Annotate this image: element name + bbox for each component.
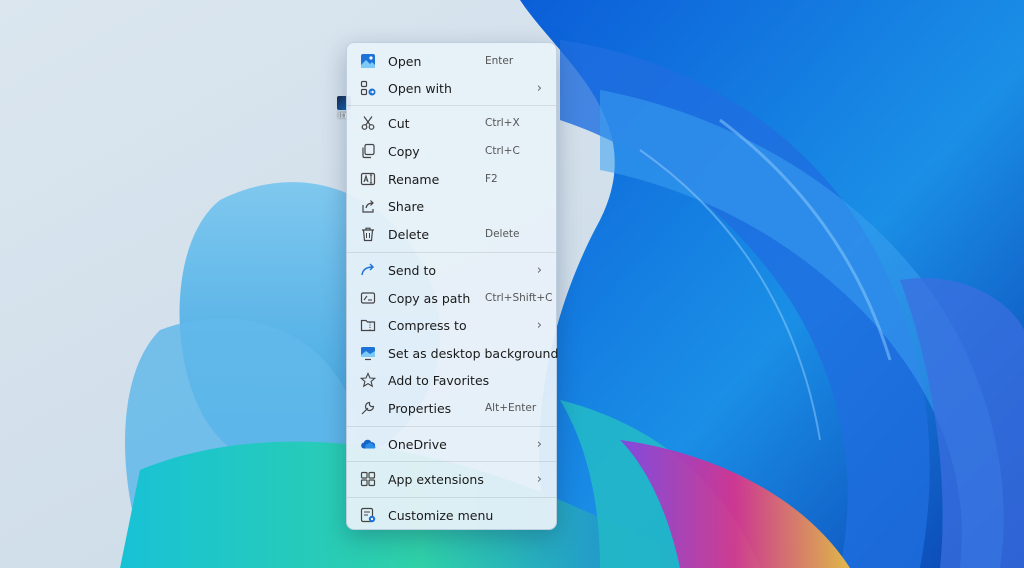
wrench-icon — [360, 400, 376, 416]
menu-item-label: Rename — [388, 171, 440, 187]
menu-item-label: Delete — [388, 226, 430, 242]
menu-item-copy-as-path[interactable]: Copy as path Ctrl+Shift+C — [351, 285, 552, 311]
chevron-right-icon: › — [536, 80, 542, 96]
menu-separator — [347, 497, 556, 498]
menu-item-rename[interactable]: Rename F2 — [351, 166, 552, 192]
menu-item-delete[interactable]: Delete Delete — [351, 221, 552, 247]
rename-icon — [360, 171, 376, 187]
menu-item-send-to[interactable]: Send to › — [351, 257, 552, 283]
menu-item-shortcut: Enter — [485, 55, 514, 67]
menu-item-shortcut: Ctrl+C — [485, 145, 520, 157]
menu-item-customize-menu[interactable]: Customize menu — [351, 502, 552, 528]
context-menu: Open Enter Open with › Cut Ctrl+X Copy C… — [346, 42, 558, 530]
menu-item-shortcut: Delete — [485, 228, 520, 240]
menu-item-onedrive[interactable]: OneDrive › — [351, 431, 552, 457]
menu-item-share[interactable]: Share — [351, 193, 552, 219]
menu-item-properties[interactable]: Properties Alt+Enter — [351, 395, 552, 421]
trash-icon — [360, 226, 376, 242]
menu-item-open[interactable]: Open Enter — [351, 48, 552, 74]
menu-item-label: OneDrive — [388, 436, 447, 452]
onedrive-cloud-icon — [360, 436, 376, 452]
chevron-right-icon: › — [536, 436, 542, 452]
menu-item-label: Customize menu — [388, 507, 494, 523]
menu-item-label: Set as desktop background — [388, 345, 559, 361]
copy-path-icon — [360, 290, 376, 306]
menu-separator — [347, 426, 556, 427]
menu-item-label: Send to — [388, 262, 437, 278]
open-with-icon — [360, 80, 376, 96]
scissors-icon — [360, 115, 376, 131]
chevron-right-icon: › — [536, 317, 542, 333]
menu-separator — [347, 105, 556, 106]
chevron-right-icon: › — [536, 262, 542, 278]
open-photo-icon — [360, 53, 376, 69]
menu-item-label: Cut — [388, 115, 410, 131]
menu-item-open-with[interactable]: Open with › — [351, 75, 552, 101]
menu-separator — [347, 461, 556, 462]
menu-item-label: Compress to — [388, 317, 467, 333]
menu-item-compress-to[interactable]: Compress to › — [351, 312, 552, 338]
menu-item-app-extensions[interactable]: App extensions › — [351, 466, 552, 492]
menu-item-shortcut: Ctrl+Shift+C — [485, 292, 553, 304]
desktop-background-icon — [360, 345, 376, 361]
app-extensions-icon — [360, 471, 376, 487]
folder-zip-icon — [360, 317, 376, 333]
menu-item-label: Open — [388, 53, 422, 69]
menu-separator — [347, 252, 556, 253]
menu-item-label: Add to Favorites — [388, 372, 490, 388]
menu-item-label: App extensions — [388, 471, 484, 487]
menu-item-label: Share — [388, 198, 425, 214]
menu-item-shortcut: F2 — [485, 173, 498, 185]
menu-item-cut[interactable]: Cut Ctrl+X — [351, 110, 552, 136]
menu-item-shortcut: Alt+Enter — [485, 402, 537, 414]
menu-item-label: Copy — [388, 143, 420, 159]
menu-item-copy[interactable]: Copy Ctrl+C — [351, 138, 552, 164]
send-to-icon — [360, 262, 376, 278]
menu-item-set-desktop-background[interactable]: Set as desktop background — [351, 340, 558, 366]
star-icon — [360, 372, 376, 388]
menu-item-label: Open with — [388, 80, 452, 96]
share-icon — [360, 198, 376, 214]
menu-item-shortcut: Ctrl+X — [485, 117, 520, 129]
chevron-right-icon: › — [536, 471, 542, 487]
customize-menu-icon — [360, 507, 376, 523]
menu-item-add-to-favorites[interactable]: Add to Favorites — [351, 367, 552, 393]
copy-icon — [360, 143, 376, 159]
